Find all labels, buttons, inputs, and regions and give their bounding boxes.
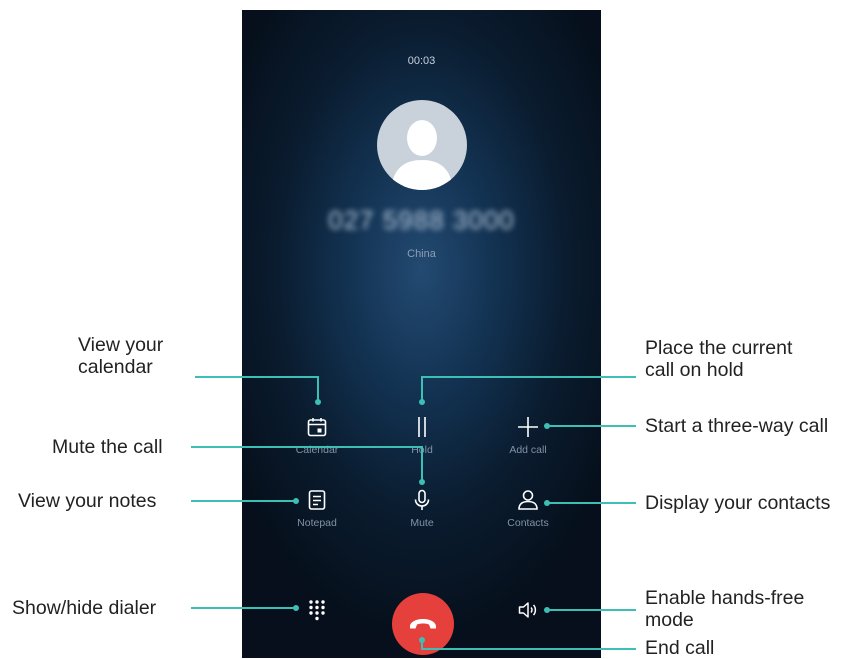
callout-speaker-line1: Enable hands-free	[645, 587, 805, 609]
end-call-callout-dot	[419, 637, 425, 643]
callout-contacts: Display your contacts	[645, 492, 831, 514]
end-call-callout-line	[421, 640, 636, 650]
contacts-callout-dot	[544, 500, 550, 506]
callout-add-call: Start a three-way call	[645, 415, 829, 437]
callout-hold-line2: call on hold	[645, 359, 744, 381]
callout-speaker: Enable hands-free mode	[645, 587, 804, 631]
callout-hold-line1: Place the current	[645, 337, 793, 359]
callout-calendar-line2: calendar	[78, 356, 153, 378]
add-call-callout-dot	[544, 423, 550, 429]
mute-callout-dot	[419, 479, 425, 485]
notes-callout-dot	[293, 498, 299, 504]
speaker-callout-dot	[544, 607, 550, 613]
calendar-callout-dot	[315, 399, 321, 405]
callout-end-call: End call	[645, 637, 715, 659]
callout-dialer: Show/hide dialer	[12, 597, 157, 619]
callout-mute: Mute the call	[52, 436, 163, 458]
callout-speaker-line2: mode	[645, 609, 694, 631]
callout-calendar: View your calendar	[78, 334, 163, 378]
calendar-callout-line	[195, 376, 319, 402]
callout-lines	[191, 376, 636, 650]
hold-callout-dot	[419, 399, 425, 405]
callout-calendar-line1: View your	[78, 334, 164, 356]
hold-callout-line	[421, 376, 636, 402]
mute-callout-line	[191, 446, 423, 482]
callout-hold: Place the current call on hold	[645, 337, 792, 381]
dialer-callout-dot	[293, 605, 299, 611]
callout-notes: View your notes	[18, 490, 157, 512]
